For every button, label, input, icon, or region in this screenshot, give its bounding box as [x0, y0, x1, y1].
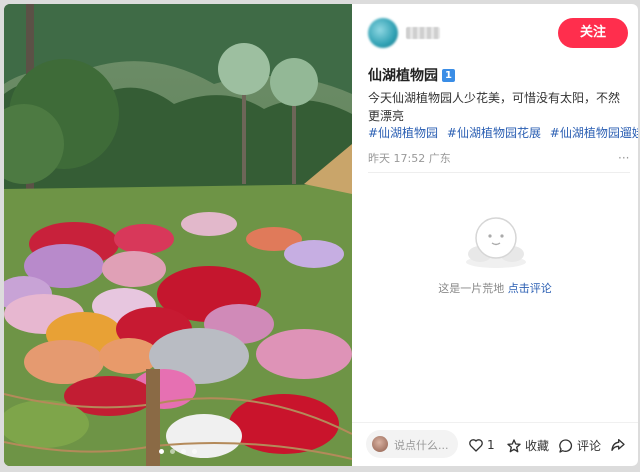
empty-comments-message: 这是一片荒地 点击评论 — [352, 280, 638, 296]
number-badge: 1 — [442, 68, 455, 82]
share-icon — [610, 437, 626, 453]
empty-comments-text: 这是一片荒地 — [438, 282, 505, 295]
flower-garden-image — [4, 4, 352, 466]
note-title: 仙湖植物园 1 — [368, 65, 455, 85]
note-info-panel: ＸＸ 关注 仙湖植物园 1 今天仙湖植物园人少花美，可惜没有太阳，不然更漂亮 #… — [352, 4, 638, 466]
comment-input[interactable]: 说点什么... — [366, 430, 458, 458]
author-name[interactable]: ＸＸ — [406, 27, 440, 39]
empty-cloud-icon — [464, 214, 528, 274]
tag-link[interactable]: #仙湖植物园花展 — [447, 126, 541, 140]
like-button[interactable]: 1 — [468, 437, 495, 453]
tag-link[interactable]: #仙湖植物园 — [368, 126, 438, 140]
like-count: 1 — [487, 438, 495, 452]
publish-time: 昨天 17:52 — [368, 152, 426, 165]
click-to-comment-link[interactable]: 点击评论 — [508, 282, 552, 295]
image-pagination-dots — [4, 449, 352, 454]
note-title-text: 仙湖植物园 — [368, 68, 438, 84]
heart-icon — [468, 437, 484, 453]
more-options-icon[interactable]: ··· — [618, 151, 629, 165]
note-detail-card: ＸＸ 关注 仙湖植物园 1 今天仙湖植物园人少花美，可惜没有太阳，不然更漂亮 #… — [4, 4, 638, 466]
avatar[interactable] — [368, 18, 398, 48]
comment-placeholder: 说点什么... — [394, 439, 449, 452]
follow-button[interactable]: 关注 — [558, 18, 628, 48]
avatar — [372, 436, 388, 452]
note-description: 今天仙湖植物园人少花美，可惜没有太阳，不然更漂亮 — [368, 91, 621, 123]
publish-location: 广东 — [428, 152, 451, 165]
divider — [368, 172, 630, 173]
comment-icon — [558, 438, 574, 454]
engagement-bar: 说点什么... 1 收藏 评论 — [352, 422, 638, 466]
note-meta: 昨天 17:52 广东 — [368, 150, 451, 166]
comment-label: 评论 — [577, 439, 602, 453]
comment-button[interactable]: 评论 — [558, 437, 601, 454]
tag-link[interactable]: #仙湖植物园遛娃 — [550, 126, 638, 140]
collect-button[interactable]: 收藏 — [506, 437, 549, 454]
note-photo[interactable] — [4, 4, 352, 466]
star-icon — [506, 438, 522, 454]
share-button[interactable] — [610, 437, 626, 453]
tag-list: #仙湖植物园 #仙湖植物园花展 #仙湖植物园遛娃 — [368, 124, 638, 141]
collect-label: 收藏 — [525, 439, 550, 453]
